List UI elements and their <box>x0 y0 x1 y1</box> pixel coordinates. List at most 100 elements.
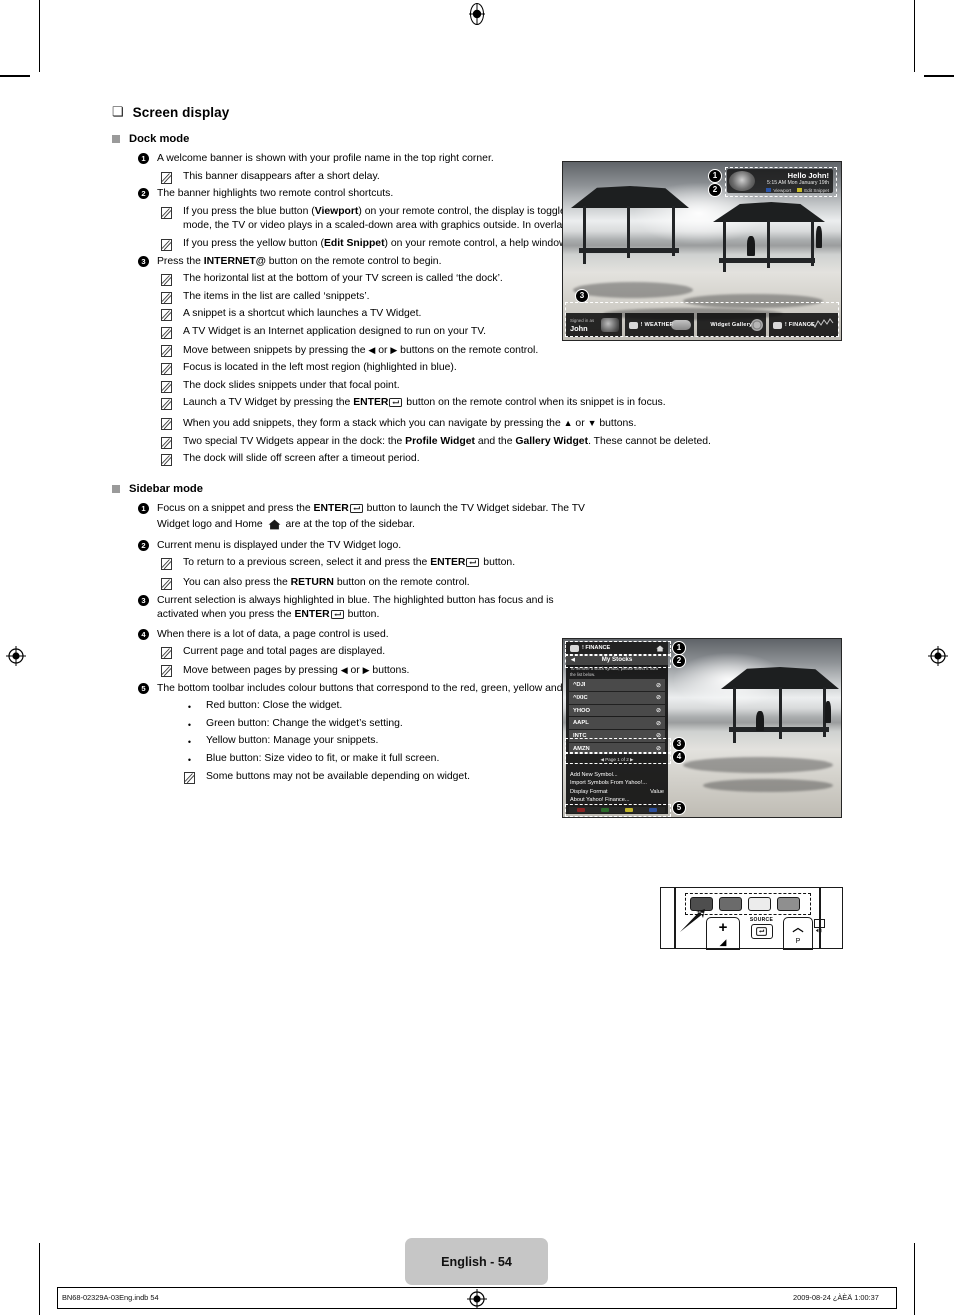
sidebar-page-highlight <box>565 752 671 764</box>
note-text: The dock slides snippets under that foca… <box>183 379 400 391</box>
source-button-group[interactable]: SOURCE <box>745 917 778 939</box>
banner-highlight-box <box>725 167 837 197</box>
note-text: A snippet is a shortcut which launches a… <box>183 308 422 320</box>
option-display-format[interactable]: Display Format Value <box>566 788 668 797</box>
volume-button[interactable]: + ◢ <box>706 917 740 950</box>
note-icon <box>161 325 183 339</box>
note-text: You can also press the RETURN button on … <box>183 577 470 589</box>
note-text: Current page and total pages are display… <box>183 646 386 658</box>
crop-mark-left-dash-top <box>0 75 30 77</box>
note-item: When you add snippets, they form a stack… <box>112 416 852 432</box>
square-bullet-icon <box>112 484 120 493</box>
callout-5: 5 <box>673 802 685 814</box>
footer-timestamp: 2009-08-24 ¿ÀÈÄ 1:00:37 <box>793 1293 879 1302</box>
list-item[interactable]: ^DJI ⊘ <box>569 679 665 691</box>
person-seated <box>747 236 755 256</box>
list-item-text: Current menu is displayed under the TV W… <box>157 539 402 551</box>
remove-icon[interactable]: ⊘ <box>656 694 661 701</box>
note-icon <box>161 343 183 357</box>
list-item[interactable]: AAPL ⊘ <box>569 717 665 729</box>
note-text: Two special TV Widgets appear in the doc… <box>183 435 711 447</box>
list-item-text: When there is a lot of data, a page cont… <box>157 628 389 640</box>
channel-up-icon: ︿ <box>792 922 804 934</box>
remote-control-illustration: + ◢ SOURCE ︿ P <box>660 887 843 950</box>
page-number-badge: English - 54 <box>405 1238 548 1285</box>
option-import-symbols[interactable]: Import Symbols From Yahoo!... <box>566 779 668 788</box>
note-icon <box>161 307 183 322</box>
enter-key-icon <box>330 610 344 625</box>
step-number-marker: 3 <box>138 255 157 267</box>
bullet-text: Yellow button: Manage your snippets. <box>206 735 379 747</box>
note-icon <box>161 452 183 467</box>
enter-key-icon <box>389 398 403 413</box>
callout-3: 3 <box>673 738 685 750</box>
registration-mark-left <box>5 645 27 667</box>
step-number-marker: 2 <box>138 187 157 200</box>
callout-1: 1 <box>673 642 685 654</box>
note-icon <box>161 556 183 571</box>
note-text: When you add snippets, they form a stack… <box>183 417 637 429</box>
note-icon <box>161 576 183 591</box>
bullet-text: Green button: Change the widget’s settin… <box>206 717 403 729</box>
option-label: Display Format <box>570 788 608 795</box>
sidebar-mode-heading: Sidebar mode <box>129 482 203 495</box>
symbol-label: ^DJI <box>573 682 586 689</box>
sand-shadow <box>573 282 693 298</box>
footer-rule-right-cap <box>896 1287 897 1308</box>
square-bullet-icon <box>112 135 120 143</box>
symbol-label: YHOO <box>573 707 591 714</box>
step-number-marker: 5 <box>138 682 157 694</box>
option-label: Import Symbols From Yahoo!... <box>570 780 647 787</box>
list-item[interactable]: ^IXIC ⊘ <box>569 692 665 704</box>
remove-icon[interactable]: ⊘ <box>656 682 661 689</box>
list-item[interactable]: YHOO ⊘ <box>569 704 665 717</box>
footer-rule-bottom <box>57 1308 897 1309</box>
crop-mark-top-left-v <box>39 0 40 72</box>
footer-rule-left-cap <box>57 1287 58 1308</box>
bullet-icon: • <box>187 702 192 713</box>
bullet-text: Red button: Close the widget. <box>206 700 343 712</box>
source-icon[interactable] <box>750 924 773 939</box>
step-number-marker: 1 <box>138 502 157 514</box>
bullet-text: Blue button: Size video to fit, or make … <box>206 753 440 764</box>
list-item-text: Current selection is always highlighted … <box>157 594 590 625</box>
remove-icon[interactable]: ⊘ <box>656 707 661 714</box>
note-icon <box>161 290 183 304</box>
sidebar-options: Add New Symbol... Import Symbols From Ya… <box>566 771 668 805</box>
subsection-dock-mode: Dock mode <box>112 133 852 145</box>
note-icon <box>161 416 183 430</box>
note-icon <box>161 396 183 411</box>
sidebar-menu-highlight <box>565 654 671 668</box>
enter-key-icon <box>466 558 480 573</box>
symbol-label: AAPL <box>573 720 589 727</box>
prech-icon[interactable] <box>814 919 825 933</box>
enter-key-icon <box>349 503 363 519</box>
thatch-hut-left <box>571 186 689 266</box>
note-text: Launch a TV Widget by pressing the ENTER… <box>183 396 666 413</box>
crop-mark-right-dash-top <box>924 75 954 77</box>
sand-shadow <box>683 757 833 773</box>
callout-4: 4 <box>673 751 685 763</box>
page-number-label: English - 54 <box>441 1254 512 1269</box>
sidebar-toolbar-highlight <box>565 804 671 817</box>
note-item: Launch a TV Widget by pressing the ENTER… <box>112 396 852 413</box>
thatch-hut-right <box>721 667 839 747</box>
note-item: Focus is located in the left most region… <box>112 361 852 376</box>
note-icon <box>161 435 183 449</box>
note-item: To return to a previous screen, select i… <box>112 556 591 573</box>
list-item-text: The banner highlights two remote control… <box>157 188 394 200</box>
callout-2: 2 <box>709 184 721 196</box>
colour-buttons-highlight <box>685 893 811 915</box>
option-add-new-symbol[interactable]: Add New Symbol... <box>566 771 668 780</box>
remove-icon[interactable]: ⊘ <box>656 720 661 727</box>
footer-file-label: BN68-02329A-03Eng.indb 54 <box>62 1293 159 1302</box>
list-item-text: Focus on a snippet and press the ENTER b… <box>157 502 590 536</box>
channel-button[interactable]: ︿ P <box>783 917 813 950</box>
manual-page: ❏ Screen display Dock mode 1 A welcome b… <box>0 0 954 1315</box>
note-text: Focus is located in the left most region… <box>183 362 457 374</box>
dock-mode-heading: Dock mode <box>129 133 190 145</box>
section-marker-icon: ❏ <box>112 104 124 119</box>
section-title-text: Screen display <box>132 105 230 120</box>
bullet-icon: • <box>187 719 192 730</box>
source-label: SOURCE <box>749 917 774 923</box>
